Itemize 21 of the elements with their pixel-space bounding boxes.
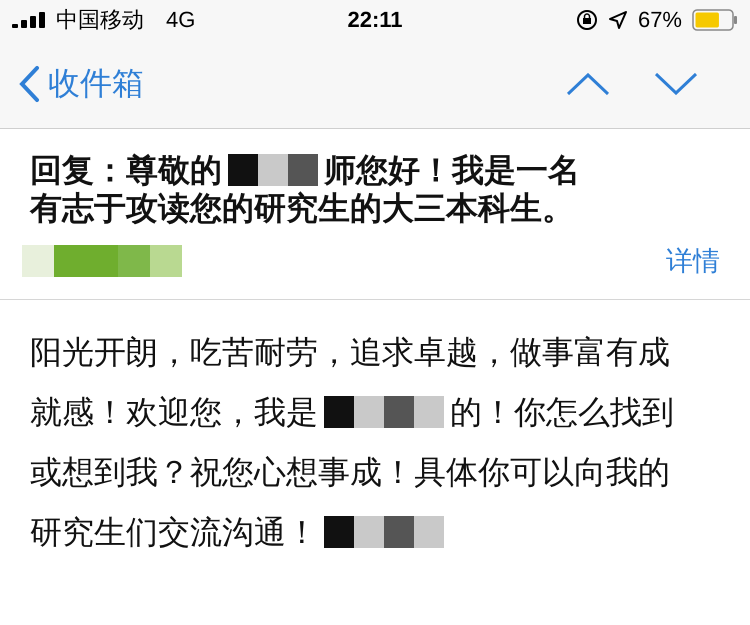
text-line: 就感！欢迎您，我是 xyxy=(30,393,318,432)
text-line: 师您好！我是一名 xyxy=(324,151,580,189)
back-chevron-icon[interactable] xyxy=(18,65,40,103)
text-line: 阳光开朗，吃苦耐劳，追求卓越，做事富有成 xyxy=(30,333,670,372)
battery-icon xyxy=(692,9,738,31)
clock-time: 22:11 xyxy=(347,7,403,33)
text-line: 有志于攻读您的研究生的大三本科生。 xyxy=(30,189,574,227)
text-line: 回复：尊敬的 xyxy=(30,151,222,189)
signal-icon xyxy=(12,12,46,28)
battery-percent: 67% xyxy=(638,7,682,33)
text-line: 或想到我？祝您心想事成！具体你可以向我的 xyxy=(30,453,670,492)
text-line: 的！你怎么找到 xyxy=(450,393,674,432)
network-type: 4G xyxy=(166,7,196,33)
back-link[interactable]: 收件箱 xyxy=(18,62,144,106)
details-link[interactable]: 详情 xyxy=(666,243,720,279)
rotation-lock-icon xyxy=(576,9,598,31)
location-arrow-icon xyxy=(608,10,628,30)
text-line: 研究生们交流沟通！ xyxy=(30,513,318,552)
previous-message-button[interactable] xyxy=(566,72,610,96)
carrier-name: 中国移动 xyxy=(56,6,144,34)
next-message-button[interactable] xyxy=(654,72,698,96)
